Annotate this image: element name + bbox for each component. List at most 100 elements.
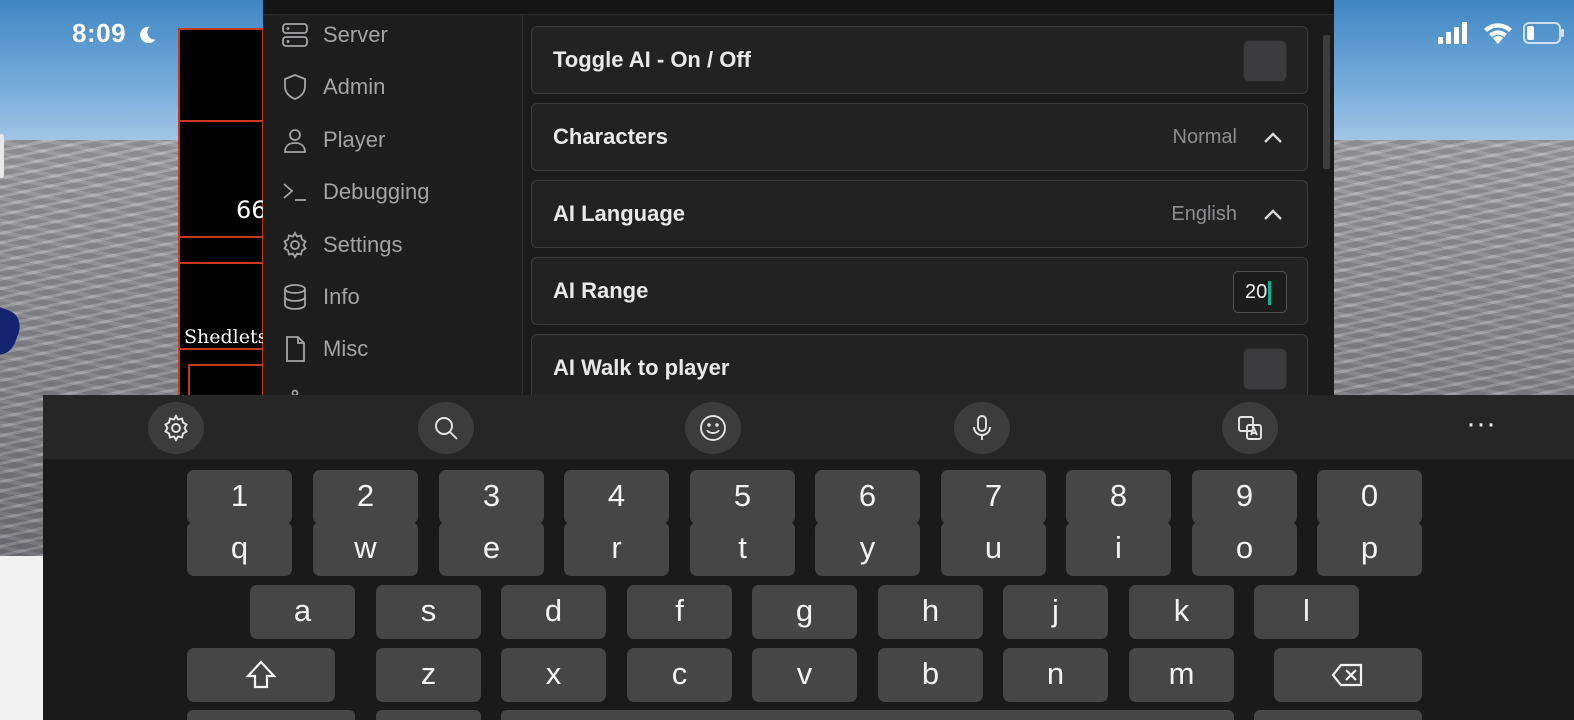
file-icon: [279, 333, 311, 365]
keyboard-settings-button[interactable]: [148, 402, 204, 454]
keyboard-emoji-button[interactable]: [685, 402, 741, 454]
toggle-ai-label: Toggle AI - On / Off: [553, 47, 751, 72]
gear-icon: [164, 414, 188, 442]
characters-value: Normal: [1172, 126, 1237, 148]
keyboard-translate-button[interactable]: [1222, 402, 1278, 454]
ai-range-label: AI Range: [553, 278, 649, 303]
key-1[interactable]: 1: [187, 470, 292, 524]
key-h[interactable]: h: [878, 585, 983, 639]
chevron-up-icon[interactable]: [1261, 126, 1285, 150]
key-y[interactable]: y: [815, 522, 920, 576]
key-partial[interactable]: [187, 710, 355, 720]
key-l[interactable]: l: [1254, 585, 1359, 639]
key-g[interactable]: g: [752, 585, 857, 639]
key-v[interactable]: v: [752, 648, 857, 702]
board-divider: [180, 348, 266, 350]
key-w[interactable]: w: [313, 522, 418, 576]
menu-title-bar[interactable]: [263, 0, 1334, 15]
key-d[interactable]: d: [501, 585, 606, 639]
key-x[interactable]: x: [501, 648, 606, 702]
key-p[interactable]: p: [1317, 522, 1422, 576]
status-indicators: [1438, 22, 1564, 44]
microphone-icon: [973, 415, 991, 440]
nav-item-server[interactable]: Server: [279, 15, 509, 55]
more-icon[interactable]: ···: [1461, 409, 1501, 449]
nav-item-info[interactable]: Info: [279, 277, 509, 317]
battery-icon: [1523, 22, 1564, 44]
key-7[interactable]: 7: [941, 470, 1046, 524]
key-partial[interactable]: [1254, 710, 1422, 720]
key-n[interactable]: n: [1003, 648, 1108, 702]
nav-item-admin[interactable]: Admin: [279, 67, 509, 107]
key-partial[interactable]: [376, 710, 481, 720]
key-9[interactable]: 9: [1192, 470, 1297, 524]
key-m[interactable]: m: [1129, 648, 1234, 702]
key-o[interactable]: o: [1192, 522, 1297, 576]
key-r[interactable]: r: [564, 522, 669, 576]
board-divider: [180, 236, 266, 238]
shift-key[interactable]: [187, 648, 335, 702]
key-5[interactable]: 5: [690, 470, 795, 524]
toggle-ai-row[interactable]: Toggle AI - On / Off: [531, 26, 1308, 94]
ai-walk-row[interactable]: AI Walk to player: [531, 334, 1308, 396]
translate-icon: [1238, 416, 1262, 440]
board-player-name: Shedletsk: [184, 326, 264, 348]
key-i[interactable]: i: [1066, 522, 1171, 576]
ai-language-dropdown[interactable]: AI Language English: [531, 180, 1308, 248]
keyboard-toolbar: ···: [43, 395, 1574, 459]
key-k[interactable]: k: [1129, 585, 1234, 639]
ai-range-row: AI Range 20: [531, 257, 1308, 325]
key-s[interactable]: s: [376, 585, 481, 639]
key-6[interactable]: 6: [815, 470, 920, 524]
moon-icon: [140, 26, 156, 44]
database-icon: [279, 281, 311, 313]
board-number: 66: [236, 196, 267, 224]
space-key[interactable]: [501, 710, 1234, 720]
white-panel: [0, 556, 44, 720]
toggle-ai-checkbox[interactable]: [1243, 40, 1287, 82]
game-leaderboard: 66 Shedletsk: [178, 28, 267, 406]
nav-item-settings[interactable]: Settings: [279, 225, 509, 265]
text-caret: [1268, 280, 1272, 305]
characters-label: Characters: [553, 124, 668, 149]
nav-label: Admin: [323, 74, 386, 99]
key-0[interactable]: 0: [1317, 470, 1422, 524]
nav-item-debugging[interactable]: Debugging: [279, 172, 509, 212]
key-c[interactable]: c: [627, 648, 732, 702]
key-4[interactable]: 4: [564, 470, 669, 524]
chevron-up-icon[interactable]: [1261, 203, 1285, 227]
key-q[interactable]: q: [187, 522, 292, 576]
keyboard-search-button[interactable]: [418, 402, 474, 454]
backspace-key[interactable]: [1274, 648, 1422, 702]
nav-item-player[interactable]: Player: [279, 120, 509, 160]
characters-dropdown[interactable]: Characters Normal: [531, 103, 1308, 171]
shield-icon: [279, 71, 311, 103]
key-a[interactable]: a: [250, 585, 355, 639]
menu-sidebar: Server Admin Player Debugging Settings I…: [263, 15, 523, 396]
nav-item-misc[interactable]: Misc: [279, 329, 509, 369]
nav-label: Settings: [323, 232, 403, 257]
key-8[interactable]: 8: [1066, 470, 1171, 524]
key-f[interactable]: f: [627, 585, 732, 639]
nav-item-partial[interactable]: [279, 381, 509, 396]
key-t[interactable]: t: [690, 522, 795, 576]
ai-range-input[interactable]: 20: [1233, 271, 1287, 313]
keyboard-voice-button[interactable]: [954, 402, 1010, 454]
settings-panel: Toggle AI - On / Off Characters Normal A…: [523, 15, 1334, 396]
key-3[interactable]: 3: [439, 470, 544, 524]
ai-walk-checkbox[interactable]: [1243, 348, 1287, 390]
key-e[interactable]: e: [439, 522, 544, 576]
ai-language-label: AI Language: [553, 201, 686, 226]
key-j[interactable]: j: [1003, 585, 1108, 639]
on-screen-keyboard: 1 2 3 4 5 6 7 8 9 0 q w e r t y u i o p …: [43, 459, 1574, 720]
terminal-icon: [279, 176, 311, 208]
side-tab[interactable]: [0, 134, 4, 178]
key-b[interactable]: b: [878, 648, 983, 702]
scrollbar[interactable]: [1323, 35, 1330, 169]
nav-label: Debugging: [323, 179, 430, 204]
nav-label: Info: [323, 284, 360, 309]
key-2[interactable]: 2: [313, 470, 418, 524]
key-z[interactable]: z: [376, 648, 481, 702]
key-u[interactable]: u: [941, 522, 1046, 576]
shift-icon: [245, 660, 277, 689]
